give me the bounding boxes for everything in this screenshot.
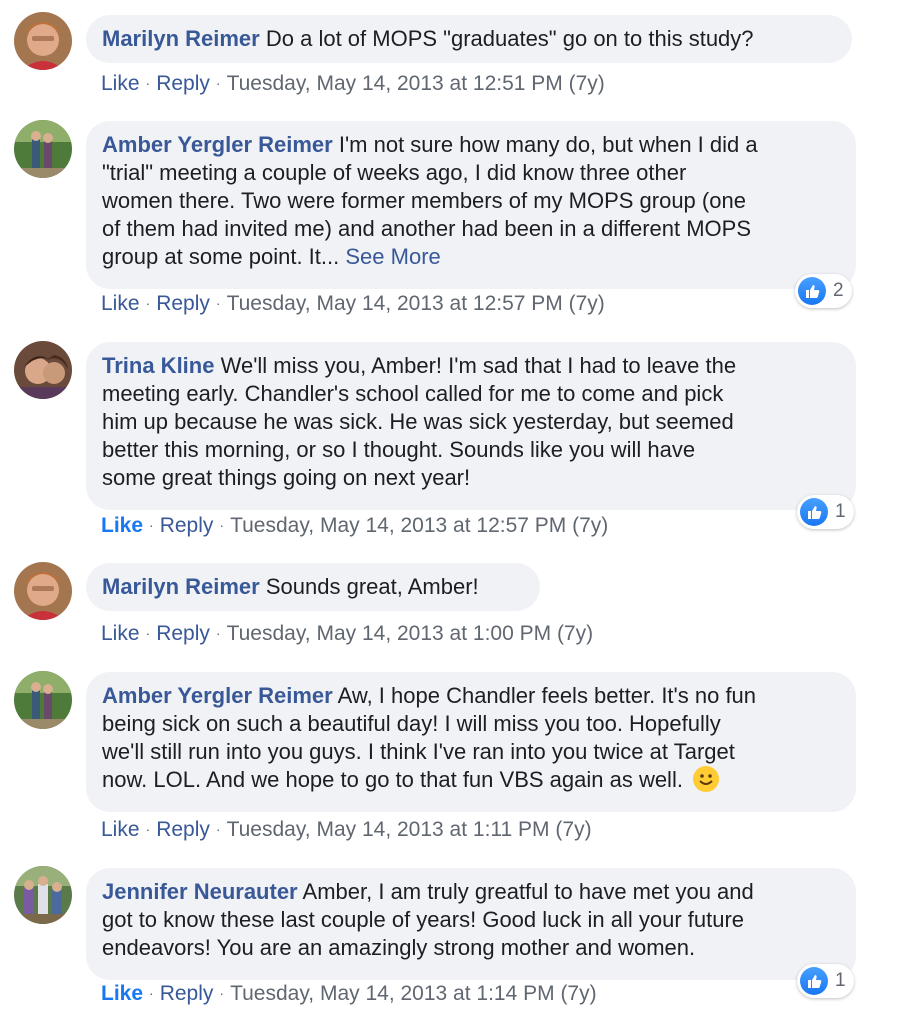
comment-timestamp[interactable]: Tuesday, May 14, 2013 at 12:51 PM [227,72,563,95]
comment-author[interactable]: Marilyn Reimer [102,26,260,51]
comment-actions: Like · Reply · Tuesday, May 14, 2013 at 12:5… [101,72,605,95]
avatar[interactable] [14,671,72,729]
see-more-link[interactable]: See More [345,244,440,269]
reaction-count: 1 [835,970,846,991]
comment-age: (7y) [568,292,605,315]
comment-text-line: Aw, I hope Chandler feels better. It's n… [337,683,757,708]
thumbs-up-icon [800,498,828,526]
comment-text-line: endeavors! You are an amazingly strong m… [102,935,696,960]
comment-age: (7y) [568,72,605,95]
thumbs-up-icon [798,277,826,305]
reaction-summary[interactable]: 2 [795,274,852,308]
comment-text-line: I'm not sure how many do, but when I did… [338,132,758,157]
comment-text: Do a lot of MOPS "graduates" go on to th… [265,26,754,51]
comment-bubble: Marilyn Reimer Sounds great, Amber! [86,563,540,611]
reply-link[interactable]: Reply [156,292,210,315]
like-link[interactable]: Like [101,982,143,1005]
comment-age: (7y) [572,514,609,537]
comment-timestamp[interactable]: Tuesday, May 14, 2013 at 1:14 PM [230,982,555,1005]
comment-timestamp[interactable]: Tuesday, May 14, 2013 at 12:57 PM [230,514,566,537]
comment-text-line: better this morning, or so I thought. So… [102,437,696,462]
comment-author[interactable]: Amber Yergler Reimer [102,683,333,708]
comment-age: (7y) [556,622,594,645]
reply-link[interactable]: Reply [160,982,214,1005]
avatar[interactable] [14,562,72,620]
comment-bubble: Trina Kline We'll miss you, Amber! I'm s… [86,342,856,510]
comment-actions: Like · Reply · Tuesday, May 14, 2013 at 12:5… [101,292,605,315]
comment-bubble: Amber Yergler Reimer I'm not sure how ma… [86,121,856,289]
avatar[interactable] [14,341,72,399]
avatar[interactable] [14,120,72,178]
comment-text-line: being sick on such a beautiful day! I wi… [102,711,721,736]
reply-link[interactable]: Reply [156,622,210,645]
reaction-count: 2 [833,280,844,301]
comment-actions: Like · Reply · Tuesday, May 14, 2013 at 12:5… [101,514,609,537]
comment-bubble: Amber Yergler Reimer Aw, I hope Chandler… [86,672,856,812]
comment-author[interactable]: Jennifer Neurauter [102,879,298,904]
reaction-summary[interactable]: 1 [797,964,854,998]
avatar[interactable] [14,12,72,70]
reply-link[interactable]: Reply [156,72,210,95]
comment-bubble: Jennifer Neurauter Amber, I am truly gre… [86,868,856,980]
comment-actions: Like · Reply · Tuesday, May 14, 2013 at 1:00… [101,622,594,645]
comment-text-line: "trial" meeting a couple of weeks ago, I… [102,160,687,185]
comment-bubble: Marilyn Reimer Do a lot of MOPS "graduat… [86,15,852,63]
comment-text-line: women there. Two were former members of … [102,188,746,213]
comment-text-line: some great things going on next year! [102,465,471,490]
comment-author[interactable]: Marilyn Reimer [102,574,260,599]
thumbs-up-icon [800,967,828,995]
comment-actions: Like · Reply · Tuesday, May 14, 2013 at 1:14… [101,982,597,1005]
smiley-emoji-icon [693,766,720,792]
comment-text-line: meeting early. Chandler's school called … [102,381,724,406]
comment-timestamp[interactable]: Tuesday, May 14, 2013 at 1:00 PM [227,622,552,645]
comment-actions: Like · Reply · Tuesday, May 14, 2013 at 1:11… [101,818,592,841]
comment-author[interactable]: Trina Kline [102,353,214,378]
reaction-count: 1 [835,501,846,522]
comment-text-line: of them had invited me) and another had … [102,216,751,241]
comment-author[interactable]: Amber Yergler Reimer [102,132,333,157]
comment-text-line: we'll still run into you guys. I think I… [102,739,735,764]
comment-text-line: group at some point. It... [102,244,340,269]
reply-link[interactable]: Reply [156,818,210,841]
comment-text-line: We'll miss you, Amber! I'm sad that I ha… [220,353,737,378]
comment-text-line: now. LOL. And we hope to go to that fun … [102,767,683,792]
comment-text-line: Amber, I am truly greatful to have met y… [302,879,754,904]
comment-age: (7y) [555,818,592,841]
comment-age: (7y) [560,982,597,1005]
comment-text-line: him up because he was sick. He was sick … [102,409,734,434]
like-link[interactable]: Like [101,622,140,645]
reply-link[interactable]: Reply [160,514,214,537]
like-link[interactable]: Like [101,514,143,537]
comment-timestamp[interactable]: Tuesday, May 14, 2013 at 12:57 PM [227,292,563,315]
like-link[interactable]: Like [101,72,140,95]
avatar[interactable] [14,866,72,924]
like-link[interactable]: Like [101,292,140,315]
comment-text: Sounds great, Amber! [265,574,479,599]
reaction-summary[interactable]: 1 [797,495,854,529]
comment-timestamp[interactable]: Tuesday, May 14, 2013 at 1:11 PM [227,818,550,841]
like-link[interactable]: Like [101,818,140,841]
comment-text-line: got to know these last couple of years! … [102,907,745,932]
